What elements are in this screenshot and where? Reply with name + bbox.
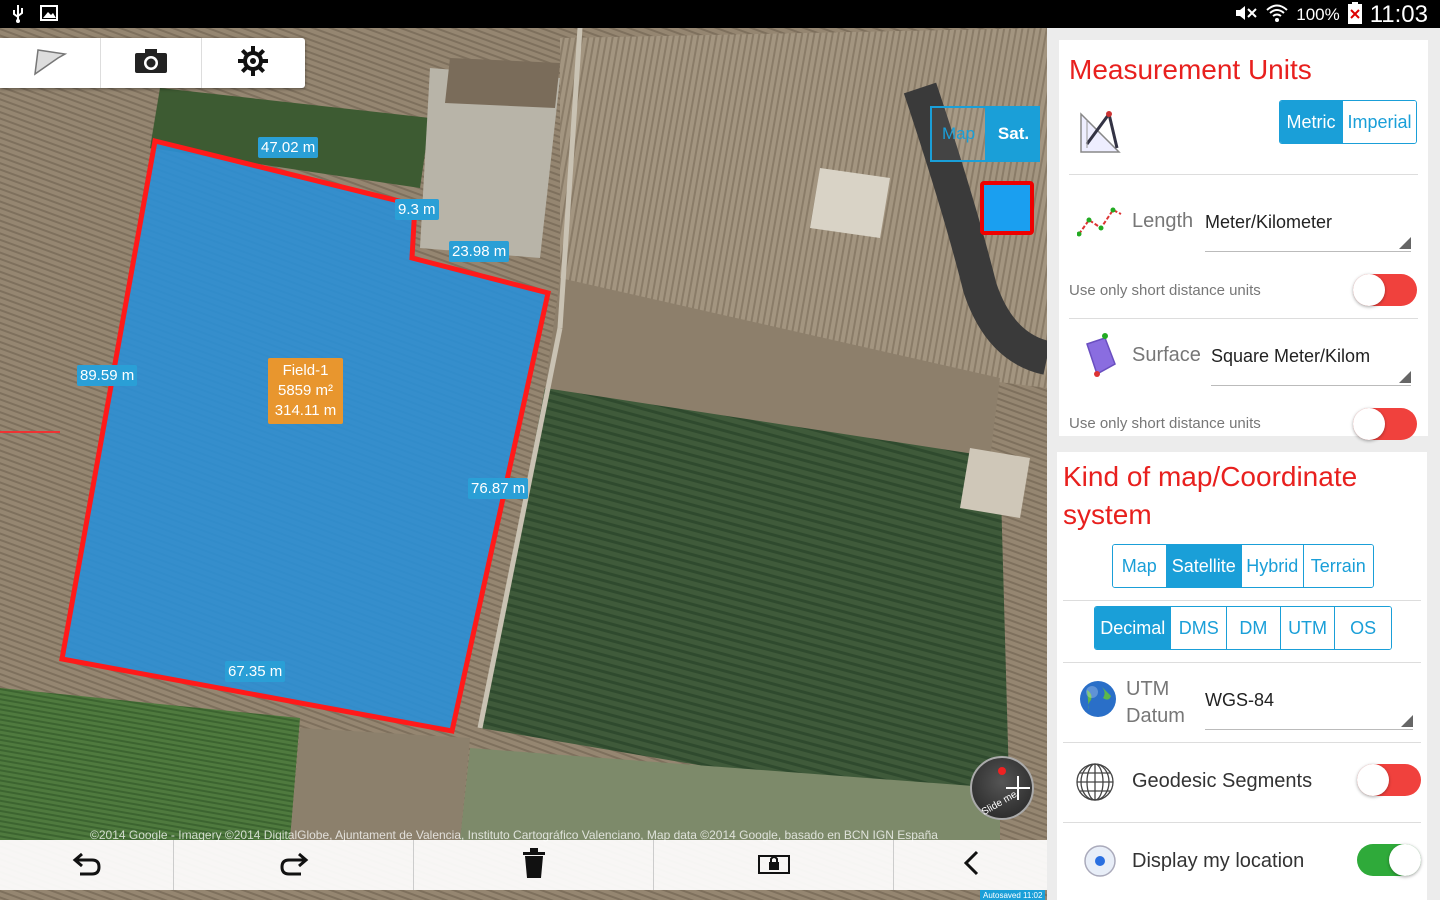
surface-short-units-toggle[interactable] [1353,408,1417,440]
redo-icon [279,850,309,881]
map-type-toggle: Map Sat. [930,106,1040,162]
field-perimeter: 314.11 m [274,402,337,419]
coord-format-utm[interactable]: UTM [1280,607,1336,649]
surface-short-units-label: Use only short distance units [1069,415,1261,432]
surface-unit-select[interactable]: Square Meter/Kilom [1211,346,1411,386]
segment-length-label: 76.87 m [468,478,529,499]
autosaved-label: Autosaved 11:02 [980,890,1046,900]
undo-button[interactable] [0,840,174,890]
coord-format-decimal[interactable]: Decimal [1095,607,1172,649]
surface-icon [1079,330,1121,385]
lock-view-button[interactable] [654,840,894,890]
dropdown-arrow-icon [1401,715,1413,727]
datum-label: Datum [1126,705,1185,727]
coordinate-format-selector: Decimal DMS DM UTM OS [1094,606,1392,650]
utm-label: UTM [1126,678,1170,700]
undo-icon [72,850,102,881]
battery-percent: 100% [1296,5,1340,24]
redo-button[interactable] [174,840,414,890]
clock: 11:03 [1369,1,1428,28]
map-type-map[interactable]: Map [1113,545,1167,587]
my-location-icon [1083,844,1117,883]
settings-panel: Measurement Units Metric Imperial Length… [1047,28,1440,900]
divider [1063,600,1421,601]
map-type-selector: Map Satellite Hybrid Terrain [1112,544,1374,588]
wireframe-globe-icon [1075,762,1115,807]
image-icon [40,4,58,29]
geodesic-segments-label: Geodesic Segments [1132,770,1313,792]
camera-icon [134,48,168,79]
gear-icon [237,45,269,82]
field-area: 5859 m² [277,382,334,399]
measurement-units-title: Measurement Units [1069,54,1312,85]
display-location-toggle[interactable] [1357,844,1421,876]
datum-value: WGS-84 [1205,690,1275,710]
divider [1063,742,1421,743]
globe-icon [1079,680,1117,723]
surface-unit-value: Square Meter/Kilom [1211,346,1371,366]
bottom-toolbar [0,840,1047,890]
field-info-label[interactable]: Field-1 5859 m² 314.11 m [268,358,343,424]
usb-icon [10,4,26,29]
field-color-button[interactable] [980,181,1034,235]
chevron-left-icon [962,850,980,881]
segment-length-label: 9.3 m [395,199,439,220]
coord-format-dm[interactable]: DM [1227,607,1281,649]
ruler-compass-icon [1079,108,1123,159]
surface-label: Surface [1132,344,1201,366]
coord-format-dms[interactable]: DMS [1171,607,1228,649]
length-short-units-toggle[interactable] [1353,274,1417,306]
map-type-satellite[interactable]: Satellite [1166,545,1243,587]
trash-icon [522,847,546,883]
datum-label-group: UTM Datum [1126,676,1185,730]
camera-button[interactable] [101,38,202,88]
map-type-terrain[interactable]: Terrain [1303,545,1373,587]
datum-select[interactable]: WGS-84 [1205,690,1413,730]
length-unit-value: Meter/Kilometer [1205,212,1333,232]
divider [1063,822,1421,823]
collapse-panel-button[interactable] [894,840,1047,890]
divider [1069,174,1418,175]
mute-icon [1234,3,1258,28]
screen-lock-icon [757,852,790,879]
imperial-option[interactable]: Imperial [1343,101,1416,143]
slide-me-compass[interactable]: Slide me [970,756,1034,820]
segment-length-label: 89.59 m [77,365,138,386]
divider [1069,318,1418,319]
dropdown-arrow-icon [1399,237,1411,249]
divider [1063,662,1421,663]
polygon-icon [32,46,68,81]
map-toolbar [0,38,305,88]
metric-option[interactable]: Metric [1280,101,1344,143]
status-bar: 100% 11:03 [0,0,1440,28]
coord-format-os[interactable]: OS [1335,607,1391,649]
segment-length-label: 67.35 m [225,661,286,682]
polygon-tool-button[interactable] [0,38,101,88]
length-unit-select[interactable]: Meter/Kilometer [1205,212,1411,252]
length-short-units-label: Use only short distance units [1069,282,1261,299]
segment-length-label: 23.98 m [449,241,510,262]
wifi-icon [1266,3,1288,28]
geodesic-segments-toggle[interactable] [1357,764,1421,796]
map-view-button[interactable]: Map [930,106,987,162]
satellite-view-button[interactable]: Sat. [987,106,1040,162]
map-type-hybrid[interactable]: Hybrid [1242,545,1304,587]
display-location-label: Display my location [1132,850,1305,872]
battery-icon [1347,1,1362,29]
segment-length-label: 47.02 m [258,137,319,158]
satellite-map[interactable]: Map Sat. 47.02 m 9.3 m 23.98 m 89.59 m 7… [0,28,1047,900]
measurement-units-card: Measurement Units Metric Imperial Length… [1059,40,1428,440]
map-kind-card: Kind of map/Coordinate system Map Satell… [1057,452,1427,900]
length-icon [1076,204,1123,243]
settings-button[interactable] [202,38,303,88]
length-label: Length [1132,210,1194,232]
satellite-imagery [0,28,1047,900]
field-name: Field-1 [282,362,329,379]
map-kind-title-line2: system [1063,499,1152,530]
map-kind-title-line1: Kind of map/Coordinate [1063,461,1358,492]
unit-system-selector: Metric Imperial [1279,100,1417,144]
delete-button[interactable] [414,840,654,890]
map-kind-title: Kind of map/Coordinate system [1063,458,1357,534]
dropdown-arrow-icon [1399,371,1411,383]
